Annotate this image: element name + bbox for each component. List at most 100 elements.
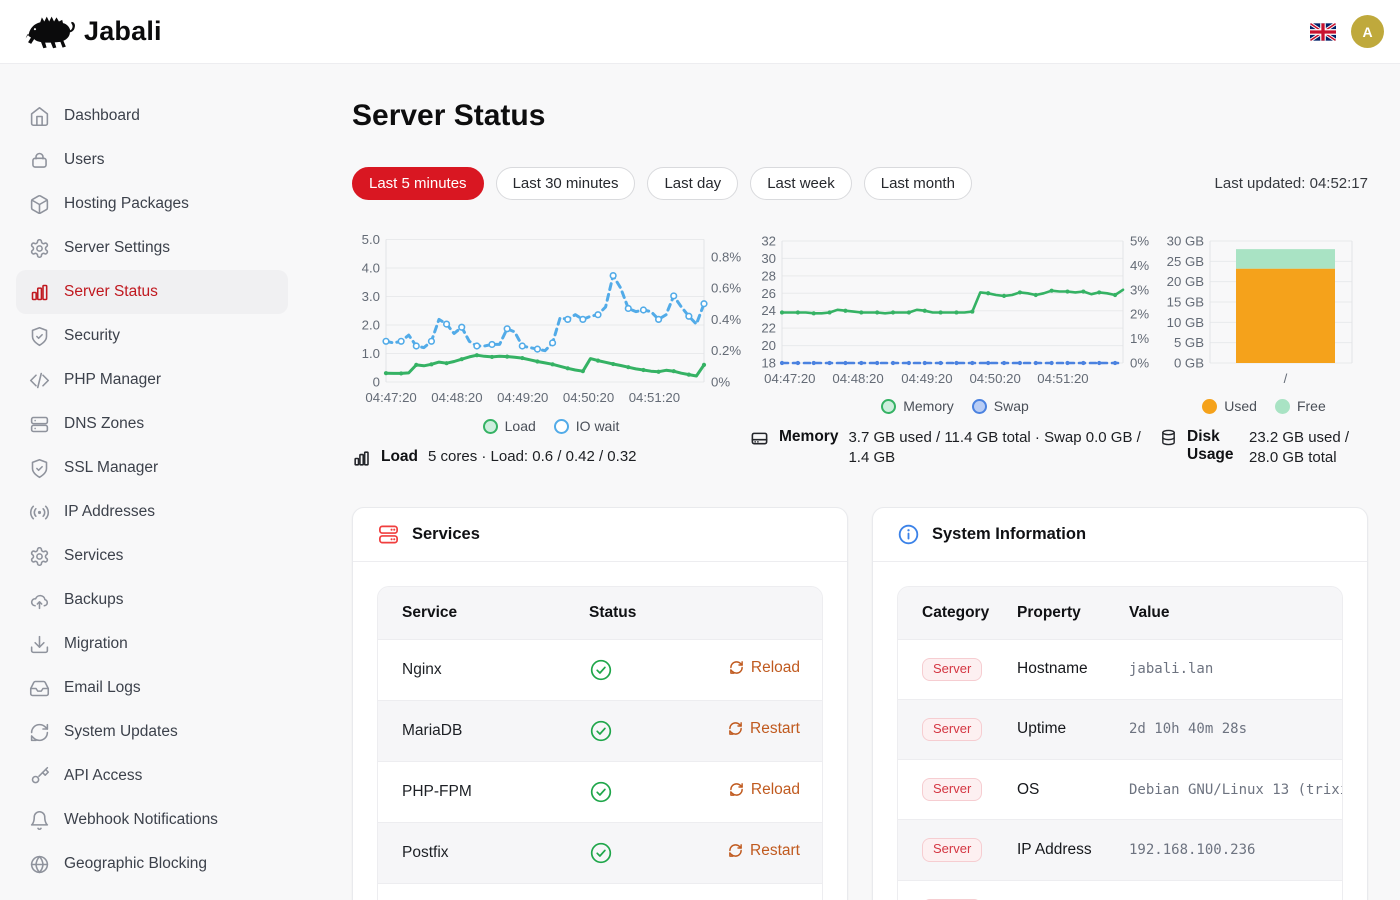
- sidebar-label: Server Status: [64, 283, 158, 301]
- category-badge: Server: [922, 658, 982, 681]
- system-row-hostname: Server Hostname jabali.lan: [898, 639, 1343, 699]
- sidebar-item-webhook-notifications[interactable]: Webhook Notifications: [16, 798, 288, 842]
- filter-last-5-minutes[interactable]: Last 5 minutes: [352, 167, 484, 200]
- sidebar-label: Server Settings: [64, 239, 170, 257]
- refresh-icon: [728, 843, 743, 858]
- property-value: jabali.lan: [1105, 639, 1343, 699]
- sidebar-item-system-updates[interactable]: System Updates: [16, 710, 288, 754]
- sidebar-item-ssl-manager[interactable]: SSL Manager: [16, 446, 288, 490]
- cloud-upload-icon: [29, 590, 50, 611]
- sidebar-label: Geographic Blocking: [64, 855, 207, 873]
- load-chart-legend: LoadIO wait: [352, 414, 750, 438]
- main-content: Server Status Last 5 minutes Last 30 min…: [304, 64, 1400, 900]
- system-card-title: System Information: [932, 525, 1086, 544]
- sidebar-item-server-status[interactable]: Server Status: [16, 270, 288, 314]
- key-icon: [29, 766, 50, 787]
- svg-text:0.6%: 0.6%: [711, 281, 741, 296]
- status-running-icon: [589, 719, 613, 743]
- download-icon: [29, 634, 50, 655]
- gear-icon: [29, 546, 50, 567]
- sidebar-item-migration[interactable]: Migration: [16, 622, 288, 666]
- radio-waves-icon: [29, 502, 50, 523]
- service-restart-button[interactable]: Restart: [728, 720, 800, 738]
- charts-row: 01.02.03.04.05.00%0.2%0.4%0.6%0.8%04:47:…: [352, 226, 1368, 469]
- memory-stat-label: Memory: [779, 428, 838, 446]
- legend-item: Used: [1202, 398, 1257, 414]
- category-badge: Server: [922, 778, 982, 801]
- sidebar-label: Users: [64, 151, 104, 169]
- service-row-mariadb: MariaDB Restart: [378, 700, 823, 761]
- last-updated-text: Last updated: 04:52:17: [1215, 175, 1368, 192]
- service-name: Postfix: [378, 822, 565, 883]
- sidebar-item-email-logs[interactable]: Email Logs: [16, 666, 288, 710]
- sidebar-item-backups[interactable]: Backups: [16, 578, 288, 622]
- load-chart: 01.02.03.04.05.00%0.2%0.4%0.6%0.8%04:47:…: [352, 226, 750, 414]
- bar-chart-icon: [29, 282, 50, 303]
- service-reload-button[interactable]: Reload: [729, 659, 800, 677]
- sidebar-item-ip-addresses[interactable]: IP Addresses: [16, 490, 288, 534]
- filter-last-month[interactable]: Last month: [864, 167, 972, 200]
- service-row-dovecot: Dovecot Restart: [378, 883, 823, 900]
- sidebar-item-dashboard[interactable]: Dashboard: [16, 94, 288, 138]
- code-icon: [29, 370, 50, 391]
- sidebar-item-api-access[interactable]: API Access: [16, 754, 288, 798]
- svg-text:20 GB: 20 GB: [1167, 274, 1205, 289]
- cards-row: Services Service Status: [352, 507, 1368, 900]
- load-stat-label: Load: [381, 448, 418, 466]
- uk-flag-icon[interactable]: [1310, 23, 1336, 41]
- sidebar-label: SSL Manager: [64, 459, 158, 477]
- svg-text:30 GB: 30 GB: [1167, 234, 1205, 249]
- brand-logo[interactable]: Jabali: [24, 13, 162, 51]
- disk-usage-chart: 0 GB5 GB10 GB15 GB20 GB25 GB30 GB/: [1160, 226, 1368, 394]
- svg-text:25 GB: 25 GB: [1167, 254, 1205, 269]
- filter-last-30-minutes[interactable]: Last 30 minutes: [496, 167, 636, 200]
- svg-text:24: 24: [761, 303, 776, 318]
- user-avatar[interactable]: A: [1351, 15, 1384, 48]
- svg-text:2.0: 2.0: [362, 318, 380, 333]
- svg-text:20: 20: [761, 338, 776, 353]
- sidebar-item-php-manager[interactable]: PHP Manager: [16, 358, 288, 402]
- sidebar-item-geographic-blocking[interactable]: Geographic Blocking: [16, 842, 288, 886]
- sidebar-label: Services: [64, 547, 123, 565]
- service-reload-button[interactable]: Reload: [729, 781, 800, 799]
- service-restart-button[interactable]: Restart: [728, 842, 800, 860]
- svg-text:0.2%: 0.2%: [711, 343, 741, 358]
- sidebar-label: IP Addresses: [64, 503, 155, 521]
- server-icon: [29, 414, 50, 435]
- property-name: Hostname: [993, 639, 1105, 699]
- load-stat: Load 5 cores · Load: 0.6 / 0.42 / 0.32: [352, 448, 750, 468]
- status-running-icon: [589, 780, 613, 804]
- sidebar-item-hosting-packages[interactable]: Hosting Packages: [16, 182, 288, 226]
- svg-text:0.4%: 0.4%: [711, 312, 741, 327]
- sidebar-label: DNS Zones: [64, 415, 144, 433]
- filter-last-day[interactable]: Last day: [647, 167, 738, 200]
- bar-chart-icon: [352, 449, 371, 468]
- sidebar-label: Email Logs: [64, 679, 141, 697]
- service-row-nginx: Nginx Reload: [378, 639, 823, 700]
- sidebar-item-security[interactable]: Security: [16, 314, 288, 358]
- sidebar-item-services[interactable]: Services: [16, 534, 288, 578]
- svg-text:4.0: 4.0: [362, 261, 380, 276]
- sidebar-item-users[interactable]: Users: [16, 138, 288, 182]
- sidebar-item-dns-zones[interactable]: DNS Zones: [16, 402, 288, 446]
- sidebar-label: Security: [64, 327, 120, 345]
- system-card-header: System Information: [873, 508, 1367, 562]
- svg-text:0.8%: 0.8%: [711, 249, 741, 264]
- property-name: OS: [993, 759, 1105, 819]
- server-stack-icon: [377, 523, 400, 546]
- service-name: MariaDB: [378, 700, 565, 761]
- property-name: Uptime: [993, 699, 1105, 759]
- load-stat-value: 5 cores · Load: 0.6 / 0.42 / 0.32: [428, 448, 636, 465]
- category-badge: Server: [922, 838, 982, 861]
- memory-stat: Memory 3.7 GB used / 11.4 GB total · Swa…: [750, 428, 1160, 469]
- svg-text:0: 0: [373, 375, 380, 390]
- disk-stat-label: Disk Usage: [1187, 428, 1239, 464]
- svg-text:04:50:20: 04:50:20: [969, 371, 1020, 386]
- service-row-postfix: Postfix Restart: [378, 822, 823, 883]
- svg-text:5.0: 5.0: [362, 232, 380, 247]
- sidebar-item-server-settings[interactable]: Server Settings: [16, 226, 288, 270]
- memory-chart: 18202224262830320%1%2%3%4%5%04:47:2004:4…: [750, 226, 1160, 394]
- svg-text:04:50:20: 04:50:20: [563, 390, 614, 405]
- filter-last-week[interactable]: Last week: [750, 167, 852, 200]
- system-information-card: System Information Category Property Val…: [872, 507, 1368, 900]
